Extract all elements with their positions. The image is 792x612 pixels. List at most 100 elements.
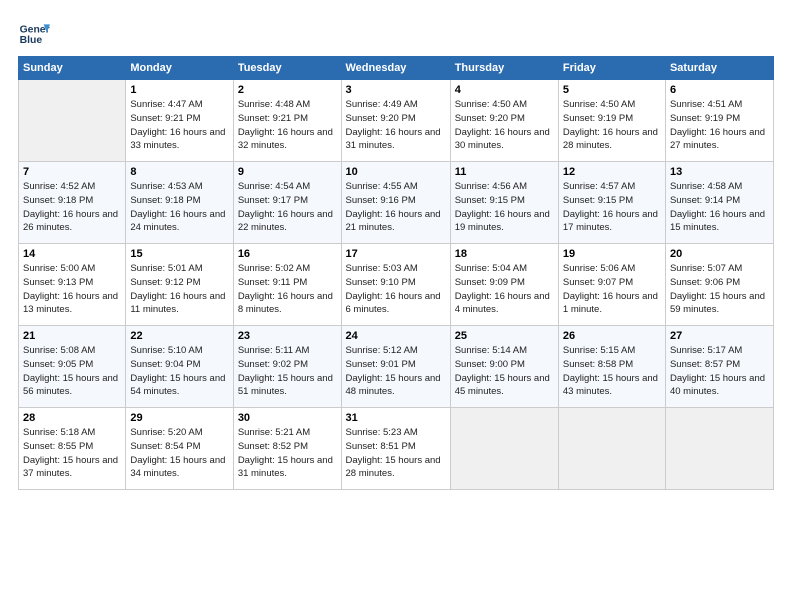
day-detail: Sunrise: 4:50 AMSunset: 9:19 PMDaylight:… — [563, 99, 658, 151]
day-detail: Sunrise: 5:07 AMSunset: 9:06 PMDaylight:… — [670, 263, 765, 315]
calendar-cell: 8 Sunrise: 4:53 AMSunset: 9:18 PMDayligh… — [126, 162, 233, 244]
calendar-cell: 28 Sunrise: 5:18 AMSunset: 8:55 PMDaylig… — [19, 408, 126, 490]
calendar-cell: 22 Sunrise: 5:10 AMSunset: 9:04 PMDaylig… — [126, 326, 233, 408]
day-number: 27 — [670, 330, 769, 342]
calendar-cell: 3 Sunrise: 4:49 AMSunset: 9:20 PMDayligh… — [341, 80, 450, 162]
day-number: 15 — [130, 248, 228, 260]
day-number: 17 — [346, 248, 446, 260]
calendar-cell: 14 Sunrise: 5:00 AMSunset: 9:13 PMDaylig… — [19, 244, 126, 326]
calendar-cell — [665, 408, 773, 490]
day-number: 3 — [346, 84, 446, 96]
calendar-cell: 23 Sunrise: 5:11 AMSunset: 9:02 PMDaylig… — [233, 326, 341, 408]
day-detail: Sunrise: 4:50 AMSunset: 9:20 PMDaylight:… — [455, 99, 550, 151]
day-detail: Sunrise: 4:49 AMSunset: 9:20 PMDaylight:… — [346, 99, 441, 151]
day-detail: Sunrise: 5:02 AMSunset: 9:11 PMDaylight:… — [238, 263, 333, 315]
day-detail: Sunrise: 4:52 AMSunset: 9:18 PMDaylight:… — [23, 181, 118, 233]
day-detail: Sunrise: 4:53 AMSunset: 9:18 PMDaylight:… — [130, 181, 225, 233]
weekday-header: Saturday — [665, 57, 773, 80]
weekday-header: Wednesday — [341, 57, 450, 80]
calendar-cell: 10 Sunrise: 4:55 AMSunset: 9:16 PMDaylig… — [341, 162, 450, 244]
day-detail: Sunrise: 5:12 AMSunset: 9:01 PMDaylight:… — [346, 345, 441, 397]
day-detail: Sunrise: 4:48 AMSunset: 9:21 PMDaylight:… — [238, 99, 333, 151]
day-number: 19 — [563, 248, 661, 260]
day-detail: Sunrise: 5:23 AMSunset: 8:51 PMDaylight:… — [346, 427, 441, 479]
day-detail: Sunrise: 5:10 AMSunset: 9:04 PMDaylight:… — [130, 345, 225, 397]
day-number: 20 — [670, 248, 769, 260]
calendar-cell: 17 Sunrise: 5:03 AMSunset: 9:10 PMDaylig… — [341, 244, 450, 326]
calendar-page: General Blue SundayMondayTuesdayWednesda… — [0, 0, 792, 500]
calendar-cell: 5 Sunrise: 4:50 AMSunset: 9:19 PMDayligh… — [558, 80, 665, 162]
header: General Blue — [18, 18, 774, 50]
day-detail: Sunrise: 5:01 AMSunset: 9:12 PMDaylight:… — [130, 263, 225, 315]
svg-text:Blue: Blue — [20, 35, 43, 46]
calendar-cell: 30 Sunrise: 5:21 AMSunset: 8:52 PMDaylig… — [233, 408, 341, 490]
day-number: 24 — [346, 330, 446, 342]
day-detail: Sunrise: 4:47 AMSunset: 9:21 PMDaylight:… — [130, 99, 225, 151]
calendar-cell: 27 Sunrise: 5:17 AMSunset: 8:57 PMDaylig… — [665, 326, 773, 408]
calendar-cell: 4 Sunrise: 4:50 AMSunset: 9:20 PMDayligh… — [450, 80, 558, 162]
weekday-header: Friday — [558, 57, 665, 80]
weekday-header: Sunday — [19, 57, 126, 80]
day-detail: Sunrise: 5:06 AMSunset: 9:07 PMDaylight:… — [563, 263, 658, 315]
day-number: 18 — [455, 248, 554, 260]
day-number: 22 — [130, 330, 228, 342]
day-detail: Sunrise: 4:58 AMSunset: 9:14 PMDaylight:… — [670, 181, 765, 233]
day-number: 1 — [130, 84, 228, 96]
calendar-cell: 26 Sunrise: 5:15 AMSunset: 8:58 PMDaylig… — [558, 326, 665, 408]
day-detail: Sunrise: 4:55 AMSunset: 9:16 PMDaylight:… — [346, 181, 441, 233]
calendar-cell: 13 Sunrise: 4:58 AMSunset: 9:14 PMDaylig… — [665, 162, 773, 244]
weekday-header: Monday — [126, 57, 233, 80]
weekday-header: Tuesday — [233, 57, 341, 80]
calendar-cell: 1 Sunrise: 4:47 AMSunset: 9:21 PMDayligh… — [126, 80, 233, 162]
day-detail: Sunrise: 5:21 AMSunset: 8:52 PMDaylight:… — [238, 427, 333, 479]
calendar-table: SundayMondayTuesdayWednesdayThursdayFrid… — [18, 56, 774, 490]
calendar-cell: 25 Sunrise: 5:14 AMSunset: 9:00 PMDaylig… — [450, 326, 558, 408]
day-detail: Sunrise: 5:15 AMSunset: 8:58 PMDaylight:… — [563, 345, 658, 397]
day-number: 10 — [346, 166, 446, 178]
day-detail: Sunrise: 4:57 AMSunset: 9:15 PMDaylight:… — [563, 181, 658, 233]
calendar-cell — [558, 408, 665, 490]
day-number: 13 — [670, 166, 769, 178]
day-number: 30 — [238, 412, 337, 424]
day-detail: Sunrise: 5:20 AMSunset: 8:54 PMDaylight:… — [130, 427, 225, 479]
weekday-header: Thursday — [450, 57, 558, 80]
day-number: 5 — [563, 84, 661, 96]
day-detail: Sunrise: 5:03 AMSunset: 9:10 PMDaylight:… — [346, 263, 441, 315]
calendar-cell: 21 Sunrise: 5:08 AMSunset: 9:05 PMDaylig… — [19, 326, 126, 408]
day-number: 25 — [455, 330, 554, 342]
logo: General Blue — [18, 18, 54, 50]
day-detail: Sunrise: 5:08 AMSunset: 9:05 PMDaylight:… — [23, 345, 118, 397]
day-number: 23 — [238, 330, 337, 342]
day-number: 14 — [23, 248, 121, 260]
calendar-cell: 12 Sunrise: 4:57 AMSunset: 9:15 PMDaylig… — [558, 162, 665, 244]
calendar-cell: 29 Sunrise: 5:20 AMSunset: 8:54 PMDaylig… — [126, 408, 233, 490]
day-number: 8 — [130, 166, 228, 178]
day-detail: Sunrise: 4:51 AMSunset: 9:19 PMDaylight:… — [670, 99, 765, 151]
calendar-cell: 31 Sunrise: 5:23 AMSunset: 8:51 PMDaylig… — [341, 408, 450, 490]
day-detail: Sunrise: 5:04 AMSunset: 9:09 PMDaylight:… — [455, 263, 550, 315]
calendar-cell: 16 Sunrise: 5:02 AMSunset: 9:11 PMDaylig… — [233, 244, 341, 326]
calendar-cell: 19 Sunrise: 5:06 AMSunset: 9:07 PMDaylig… — [558, 244, 665, 326]
day-detail: Sunrise: 5:17 AMSunset: 8:57 PMDaylight:… — [670, 345, 765, 397]
day-detail: Sunrise: 5:14 AMSunset: 9:00 PMDaylight:… — [455, 345, 550, 397]
calendar-cell: 7 Sunrise: 4:52 AMSunset: 9:18 PMDayligh… — [19, 162, 126, 244]
day-detail: Sunrise: 5:11 AMSunset: 9:02 PMDaylight:… — [238, 345, 333, 397]
day-number: 29 — [130, 412, 228, 424]
day-number: 11 — [455, 166, 554, 178]
day-number: 28 — [23, 412, 121, 424]
day-number: 9 — [238, 166, 337, 178]
day-number: 31 — [346, 412, 446, 424]
day-detail: Sunrise: 4:54 AMSunset: 9:17 PMDaylight:… — [238, 181, 333, 233]
day-detail: Sunrise: 5:00 AMSunset: 9:13 PMDaylight:… — [23, 263, 118, 315]
calendar-cell: 9 Sunrise: 4:54 AMSunset: 9:17 PMDayligh… — [233, 162, 341, 244]
day-number: 6 — [670, 84, 769, 96]
calendar-cell: 20 Sunrise: 5:07 AMSunset: 9:06 PMDaylig… — [665, 244, 773, 326]
calendar-cell — [19, 80, 126, 162]
calendar-cell: 6 Sunrise: 4:51 AMSunset: 9:19 PMDayligh… — [665, 80, 773, 162]
day-number: 16 — [238, 248, 337, 260]
day-number: 12 — [563, 166, 661, 178]
day-number: 21 — [23, 330, 121, 342]
day-detail: Sunrise: 4:56 AMSunset: 9:15 PMDaylight:… — [455, 181, 550, 233]
calendar-cell: 18 Sunrise: 5:04 AMSunset: 9:09 PMDaylig… — [450, 244, 558, 326]
day-number: 4 — [455, 84, 554, 96]
